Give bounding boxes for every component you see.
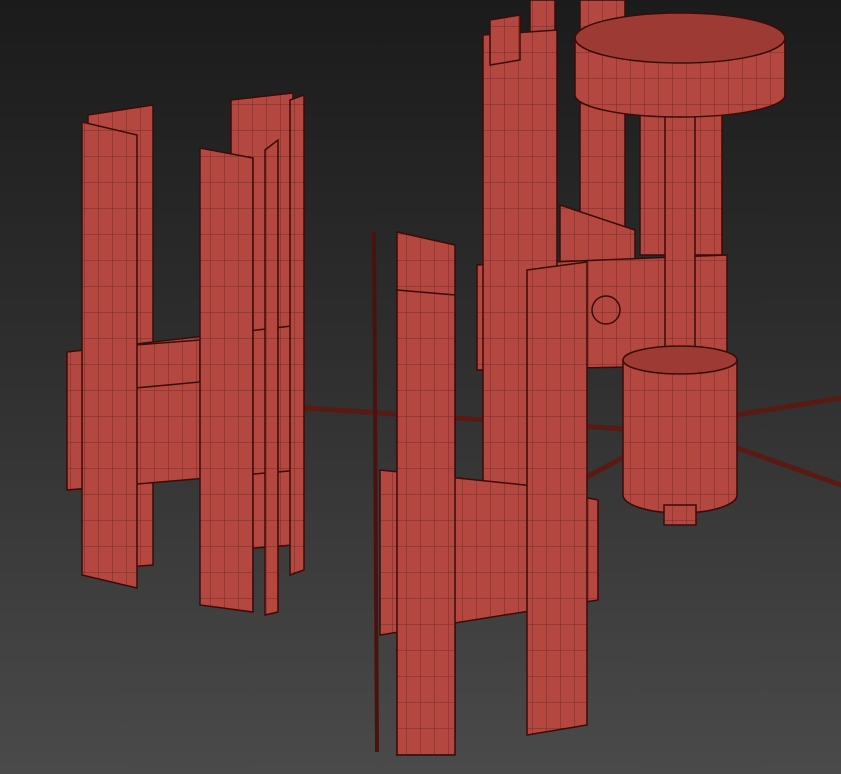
top-disk-face	[574, 12, 786, 64]
rod-far-right	[732, 395, 841, 418]
lower-cylinder-top	[622, 345, 738, 375]
mid-plate-right	[526, 261, 588, 736]
lower-cylinder	[622, 359, 738, 514]
model-render	[66, 0, 841, 756]
cylinder-cap	[663, 504, 697, 526]
left-thin-plate	[264, 138, 279, 616]
left-module	[66, 92, 305, 616]
left-plate-front	[81, 121, 138, 589]
left-plate-front-right	[199, 147, 254, 613]
left-band-inner	[134, 339, 201, 389]
mid-plate-left-front	[396, 289, 456, 756]
shaft	[664, 109, 696, 361]
thin-sheet	[372, 231, 379, 753]
tall-plate-flap	[489, 14, 521, 66]
3d-viewport[interactable]	[0, 0, 841, 774]
left-thin-plate-2	[289, 93, 305, 577]
